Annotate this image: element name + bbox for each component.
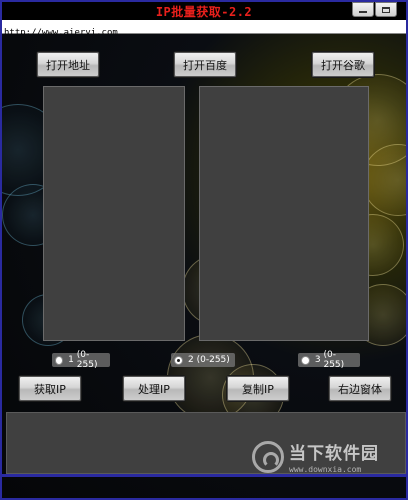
right-text-area[interactable]	[199, 86, 369, 341]
right-window-button[interactable]: 右边窗体	[328, 375, 392, 402]
radio-option-3[interactable]: 3 (0-255)	[298, 350, 360, 370]
minimize-icon	[359, 10, 367, 13]
app-window: IP批量获取-2.2 打开地址 打开百度 打开谷歌 1 (0-255) 2 (0…	[0, 0, 408, 500]
radio-option-2[interactable]: 2 (0-255)	[171, 353, 235, 367]
radio-range: (0-255)	[76, 350, 98, 370]
radio-option-1[interactable]: 1 (0-255)	[52, 350, 110, 370]
radio-button-icon	[55, 355, 64, 365]
title-bar[interactable]: IP批量获取-2.2	[2, 2, 406, 20]
radio-number: 1	[68, 355, 74, 365]
bottom-border	[2, 474, 406, 477]
radio-button-checked-icon	[174, 355, 183, 365]
maximize-button[interactable]	[375, 2, 397, 17]
open-address-button[interactable]: 打开地址	[36, 51, 100, 78]
radio-number: 2	[188, 355, 194, 365]
minimize-button[interactable]	[352, 2, 374, 17]
open-baidu-button[interactable]: 打开百度	[173, 51, 237, 78]
downxia-logo-icon	[252, 440, 284, 473]
radio-range: (0-255)	[196, 355, 230, 365]
watermark-brand: 当下软件园	[289, 444, 379, 464]
radio-range: (0-255)	[323, 350, 345, 370]
radio-number: 3	[314, 355, 321, 365]
watermark: 当下软件园 www.downxia.com	[252, 439, 379, 474]
left-text-area[interactable]	[43, 86, 185, 341]
maximize-icon	[382, 6, 390, 13]
get-ip-button[interactable]: 获取IP	[18, 375, 82, 402]
radio-button-icon	[301, 355, 310, 365]
open-google-button[interactable]: 打开谷歌	[311, 51, 375, 78]
copy-ip-button[interactable]: 复制IP	[226, 375, 290, 402]
watermark-site: www.downxia.com	[289, 465, 362, 474]
address-bar	[2, 20, 406, 40]
window-title: IP批量获取-2.2	[155, 5, 253, 19]
process-ip-button[interactable]: 处理IP	[122, 375, 186, 402]
